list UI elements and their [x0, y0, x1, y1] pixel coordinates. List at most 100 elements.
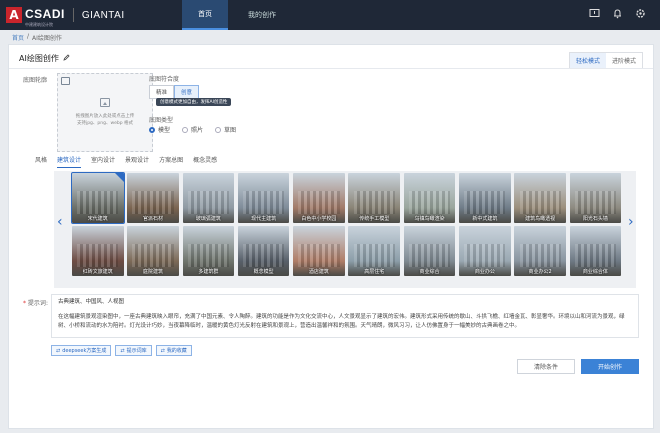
building-shape — [298, 190, 340, 214]
building-shape — [132, 243, 174, 267]
prompt-textarea[interactable]: 古典建筑、中国风、人视图 在这幅建筑景观渲染图中，一座古典建筑映入眼帘，充满了中… — [51, 294, 639, 338]
prompt-keywords: 古典建筑、中国风、人视图 — [58, 299, 125, 305]
style-thumbnail[interactable]: 官派石材 — [127, 173, 179, 223]
chevron-left-icon[interactable]: ‹ — [57, 215, 63, 229]
style-thumbnail[interactable]: 乌镇鸟瞰渲染 — [403, 173, 456, 223]
radio-sketch-label: 草图 — [224, 127, 237, 134]
style-thumbnail[interactable]: 高层住宅 — [348, 226, 400, 276]
thumbnail-caption: 多建筑群 — [198, 269, 219, 275]
title-divider — [9, 68, 653, 69]
style-thumbnail[interactable]: 酒店建筑 — [293, 226, 345, 276]
required-mark: * — [23, 300, 26, 307]
chip-label: 我的收藏 — [166, 348, 187, 354]
logo-divider — [72, 8, 74, 22]
favorites-button[interactable]: ⇄ 我的收藏 — [155, 345, 192, 356]
image-small-icon — [61, 77, 70, 85]
mode-advanced-button[interactable]: 进阶模式 — [605, 53, 642, 68]
thumbnail-caption: 现代主建筑 — [251, 216, 277, 222]
radio-sketch[interactable]: 草图 — [215, 125, 236, 134]
mode-toggle: 轻松模式 进阶模式 — [568, 52, 643, 69]
building-shape — [77, 190, 119, 214]
deepseek-button[interactable]: ⇄ deepseek方案生成 — [51, 345, 112, 356]
thumbnail-caption: 商业综合体 — [582, 269, 608, 275]
thumbnail-caption: 建筑鸟瞰透视 — [525, 216, 556, 222]
selected-check-icon — [114, 173, 124, 182]
chip-label: 提示词库 — [126, 348, 147, 354]
breadcrumb-home[interactable]: 首页 — [12, 33, 24, 42]
style-thumbnail[interactable]: 商业综合 — [403, 226, 456, 276]
building-shape — [353, 190, 395, 214]
thumbnail-caption: 官派石材 — [143, 216, 164, 222]
style-thumbnail[interactable]: 传统手工模型 — [348, 173, 400, 223]
tab-architecture[interactable]: 建筑设计 — [57, 155, 82, 168]
breadcrumb: 首页 / AI绘图创作 — [12, 33, 62, 42]
style-thumbnail[interactable]: 玻璃弧建筑 — [182, 173, 235, 223]
building-shape — [187, 190, 229, 214]
radio-model[interactable]: 模型 — [149, 125, 170, 134]
thumbnail-caption: 高层住宅 — [364, 269, 385, 275]
logo[interactable]: A CSADI 中建建筑设计院 GIANTAI — [6, 3, 125, 27]
image-upload-area[interactable]: 拖拽图片放入此处或点击上传 支持jpg、png、webp 格式 — [57, 73, 153, 152]
style-thumbnail[interactable]: 红砖文旅建筑 — [72, 226, 124, 276]
outline-label: 底图轮廓 — [23, 77, 48, 84]
radio-dot — [149, 126, 155, 133]
thumbnail-caption: 新中式建筑 — [472, 216, 498, 222]
prompt-label: * 提示词: — [23, 300, 48, 307]
building-shape — [408, 190, 451, 214]
thumbnail-caption: 玻璃弧建筑 — [195, 216, 221, 222]
building-shape — [243, 190, 285, 214]
tab-concept[interactable]: 概念灵感 — [193, 155, 217, 168]
image-upload-icon — [100, 98, 110, 107]
thumbnail-caption: 阳光石头墙 — [582, 216, 608, 222]
style-thumbnail[interactable]: 现代主建筑 — [237, 173, 290, 223]
upload-hint-line1: 拖拽图片放入此处或点击上传 — [75, 114, 135, 119]
style-thumbnail[interactable]: 宋代建筑 — [71, 172, 125, 224]
prompt-chips: ⇄ deepseek方案生成 ⇄ 提示词库 ⇄ 我的收藏 — [51, 345, 192, 356]
fit-precise-button[interactable]: 精准 — [149, 85, 175, 99]
tab-landscape[interactable]: 景观设计 — [125, 155, 149, 168]
style-thumbnail[interactable]: 建筑鸟瞰透视 — [514, 173, 566, 223]
tab-interior[interactable]: 室内设计 — [91, 155, 115, 168]
style-grid: 宋代建筑 官派石材 玻璃弧建筑 现代主建筑 白色中小学校园 传统手工模型 乌镇鸟瞰渲染 新中式… — [71, 172, 622, 276]
style-thumbnail[interactable]: 多建筑群 — [182, 226, 235, 276]
prompt-library-button[interactable]: ⇄ 提示词库 — [115, 345, 152, 356]
building-shape — [574, 190, 617, 214]
nav-tab-home[interactable]: 首页 — [182, 0, 228, 30]
header-icons — [589, 8, 646, 19]
style-thumbnail[interactable]: 白色中小学校园 — [293, 173, 345, 223]
clear-button[interactable]: 清除条件 — [517, 359, 575, 374]
thumbnail-caption: 乌镇鸟瞰渲染 — [414, 216, 445, 222]
settings-icon[interactable] — [635, 8, 646, 19]
chevron-right-icon[interactable]: › — [628, 215, 634, 229]
style-thumbnail[interactable]: 阳光石头墙 — [569, 173, 622, 223]
style-thumbnail[interactable]: 新中式建筑 — [459, 173, 511, 223]
mode-easy-button[interactable]: 轻松模式 — [569, 53, 606, 68]
style-thumbnail[interactable]: 商业综合体 — [569, 226, 622, 276]
radio-photo-label: 照片 — [191, 127, 204, 134]
building-shape — [574, 243, 617, 267]
style-thumbnail[interactable]: 商业办公2 — [514, 226, 566, 276]
start-button[interactable]: 开始创作 — [581, 359, 639, 374]
thumbnail-caption: 白色中小学校园 — [301, 216, 337, 222]
breadcrumb-separator: / — [27, 33, 30, 40]
fit-creative-button[interactable]: 创意 — [174, 85, 200, 99]
style-thumbnail[interactable]: 庭院建筑 — [127, 226, 179, 276]
tab-master-plan[interactable]: 方案总图 — [159, 155, 183, 168]
edit-icon[interactable] — [63, 54, 70, 63]
screen-icon[interactable] — [589, 8, 600, 19]
nav-tab-my-creations[interactable]: 我的创作 — [236, 0, 288, 30]
thumbnail-caption: 概念模型 — [253, 269, 274, 275]
building-shape — [464, 243, 506, 267]
style-thumbnail[interactable]: 商业办公 — [459, 226, 511, 276]
thumbnail-caption: 酒店建筑 — [308, 269, 329, 275]
base-type-radio-group: 模型 照片 草图 — [149, 125, 236, 134]
style-thumbnail[interactable]: 概念模型 — [237, 226, 290, 276]
thumbnail-caption: 商业办公2 — [528, 269, 552, 275]
base-type-label: 底图类型 — [149, 117, 174, 124]
logo-text-block: CSADI 中建建筑设计院 — [25, 3, 65, 27]
building-shape — [519, 243, 561, 267]
building-shape — [298, 243, 340, 267]
building-shape — [408, 243, 451, 267]
bell-icon[interactable] — [612, 8, 623, 19]
radio-photo[interactable]: 照片 — [182, 125, 203, 134]
